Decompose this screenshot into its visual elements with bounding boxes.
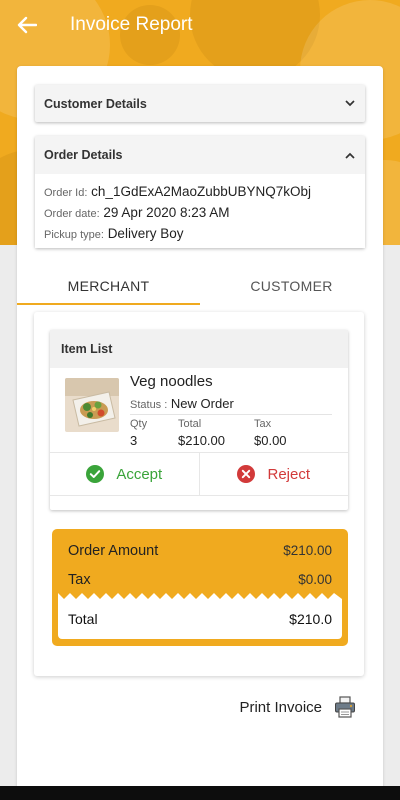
tab-indicator bbox=[17, 303, 200, 305]
tax-label: Tax bbox=[254, 418, 272, 430]
summary-tax-label: Tax bbox=[68, 572, 91, 588]
order-details-title: Order Details bbox=[44, 148, 123, 162]
tax-value: $0.00 bbox=[254, 433, 287, 448]
item-status: Status : New Order bbox=[130, 396, 234, 411]
tab-merchant[interactable]: MERCHANT bbox=[17, 266, 200, 306]
order-id-line: Order Id: ch_1GdExA2MaoZubbUBYNQ7kObj bbox=[44, 182, 356, 203]
chevron-up-icon[interactable] bbox=[345, 152, 355, 159]
tab-customer[interactable]: CUSTOMER bbox=[200, 266, 383, 306]
order-details-panel: Order Details Order Id: ch_1GdExA2MaoZub… bbox=[35, 136, 365, 248]
tax-column: Tax $0.00 bbox=[254, 418, 287, 448]
total-receipt: Total $210.0 bbox=[58, 593, 342, 639]
printer-icon bbox=[335, 696, 355, 718]
list-item: Veg noodles Status : New Order Qty 3 Tot… bbox=[50, 368, 348, 453]
arrow-left-icon bbox=[17, 16, 37, 34]
order-date-line: Order date: 29 Apr 2020 8:23 AM bbox=[44, 203, 356, 224]
check-circle-icon bbox=[86, 465, 105, 483]
accept-button[interactable]: Accept bbox=[50, 453, 200, 495]
pickup-type-label: Pickup type: bbox=[44, 229, 104, 241]
print-invoice-button[interactable]: Print Invoice bbox=[239, 696, 356, 718]
summary-tax-value: $0.00 bbox=[298, 572, 332, 587]
chevron-down-icon[interactable] bbox=[345, 100, 355, 107]
reject-label: Reject bbox=[267, 465, 311, 483]
divider bbox=[130, 414, 332, 415]
item-actions: Accept Reject bbox=[50, 452, 348, 496]
close-circle-icon bbox=[237, 465, 256, 483]
accept-label: Accept bbox=[116, 465, 163, 483]
qty-value: 3 bbox=[130, 433, 138, 448]
page-title: Invoice Report bbox=[70, 14, 193, 35]
pickup-type-value: Delivery Boy bbox=[107, 226, 184, 241]
order-amount-value: $210.00 bbox=[283, 543, 332, 558]
summary-tax-row: Tax $0.00 bbox=[68, 572, 332, 588]
grand-total-value: $210.0 bbox=[289, 611, 332, 627]
total-label: Total bbox=[178, 418, 202, 430]
total-column: Total $210.00 bbox=[178, 418, 225, 448]
qty-column: Qty 3 bbox=[130, 418, 147, 448]
order-summary: Order Amount $210.00 Tax $0.00 Total $21… bbox=[52, 529, 348, 646]
qty-label: Qty bbox=[130, 418, 148, 430]
item-thumbnail bbox=[65, 378, 119, 432]
order-amount-label: Order Amount bbox=[68, 543, 159, 559]
print-invoice-label: Print Invoice bbox=[239, 698, 322, 716]
invoice-card: Customer Details Order Details Order Id:… bbox=[17, 66, 383, 800]
pickup-type-line: Pickup type: Delivery Boy bbox=[44, 224, 356, 245]
total-value: $210.00 bbox=[178, 433, 225, 448]
item-list-title: Item List bbox=[50, 330, 348, 368]
order-amount-row: Order Amount $210.00 bbox=[68, 543, 332, 559]
reject-button[interactable]: Reject bbox=[200, 453, 349, 495]
order-id-value: ch_1GdExA2MaoZubbUBYNQ7kObj bbox=[91, 184, 312, 199]
app-bar: Invoice Report bbox=[0, 0, 400, 50]
order-date-label: Order date: bbox=[44, 208, 100, 220]
order-details-header[interactable]: Order Details bbox=[35, 136, 365, 174]
customer-details-panel[interactable]: Customer Details bbox=[35, 85, 365, 122]
merchant-panel: Item List Veg noodles Status: New Order… bbox=[34, 312, 364, 676]
item-name: Veg noodles bbox=[130, 373, 213, 390]
order-id-label: Order Id: bbox=[44, 187, 88, 199]
order-date-value: 29 Apr 2020 8:23 AM bbox=[103, 205, 230, 220]
status-value: New Order bbox=[170, 396, 234, 411]
system-nav-bar bbox=[0, 786, 400, 800]
customer-details-title: Customer Details bbox=[44, 96, 147, 111]
grand-total-row: Total $210.0 bbox=[68, 611, 332, 627]
tab-bar: MERCHANT CUSTOMER bbox=[17, 266, 383, 306]
status-label: Status : bbox=[130, 399, 168, 411]
grand-total-label: Total bbox=[68, 611, 98, 627]
zigzag-edge bbox=[58, 593, 342, 600]
back-button[interactable] bbox=[0, 0, 54, 50]
item-list-panel: Item List Veg noodles Status: New Order… bbox=[50, 330, 348, 510]
